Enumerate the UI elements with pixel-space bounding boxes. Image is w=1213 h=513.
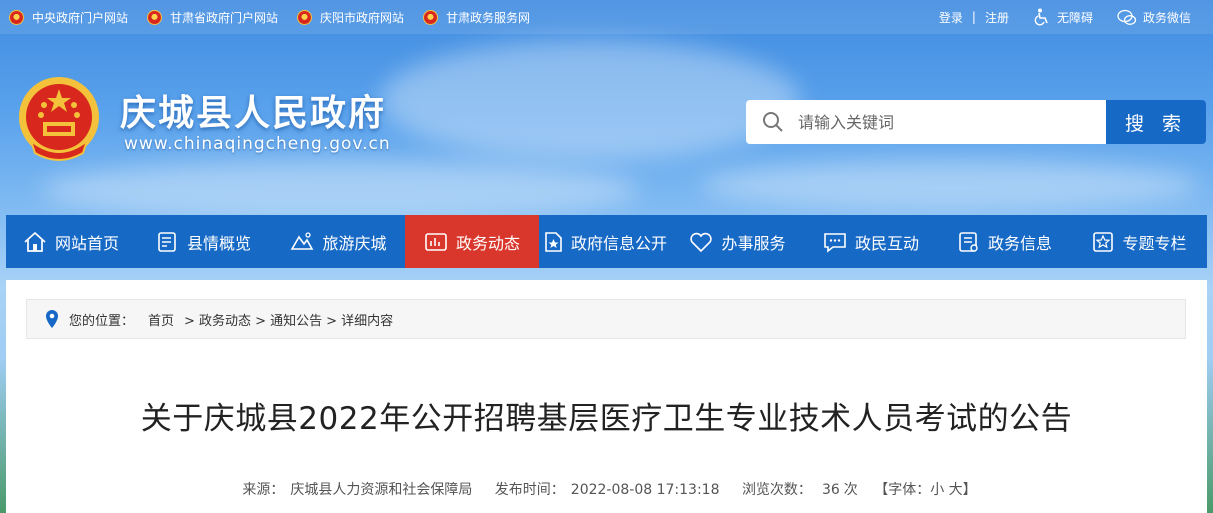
views-unit: 次	[843, 482, 858, 498]
accessibility-link[interactable]: 无障碍	[1033, 8, 1093, 26]
document-icon	[158, 231, 176, 252]
national-emblem-icon	[297, 9, 313, 25]
star-doc-icon	[545, 231, 562, 252]
article-meta: 来源： 庆城县人力资源和社会保障局 发布时间： 2022-08-08 17:13:1…	[6, 479, 1207, 499]
nav-label: 专题专栏	[1122, 233, 1187, 253]
wechat-link[interactable]: 政务微信	[1117, 9, 1191, 26]
views-label: 浏览次数：	[741, 482, 812, 498]
chat-icon	[824, 232, 846, 253]
breadcrumb-prefix: 您的位置：	[69, 313, 135, 329]
nav-item-home[interactable]: 网站首页	[6, 215, 136, 268]
nav-label: 政府信息公开	[570, 233, 667, 253]
top-link-label: 甘肃省政府门户网站	[170, 10, 279, 25]
location-pin-icon	[46, 310, 58, 328]
nav-label: 政务动态	[455, 233, 520, 253]
home-icon	[24, 231, 46, 252]
sky-cloud	[380, 40, 800, 160]
font-size-toggle[interactable]: 【字体：小 大】	[874, 482, 976, 498]
top-bar: 中央政府门户网站 甘肃省政府门户网站 庆阳市政府网站 甘肃政务服务网 登录 | …	[0, 0, 1213, 34]
search-button[interactable]: 搜 索	[1106, 100, 1206, 144]
top-link-gansu-service[interactable]: 甘肃政务服务网	[423, 9, 530, 26]
breadcrumb-detail: > 详细内容	[326, 313, 394, 329]
nav-label: 县情概览	[186, 233, 251, 253]
sky-cloud	[40, 160, 640, 220]
top-link-label: 甘肃政务服务网	[446, 10, 531, 25]
nav-item-info-disclosure[interactable]: 政府信息公开	[539, 215, 671, 268]
register-link[interactable]: 注册	[985, 9, 1009, 26]
top-link-gansu-gov[interactable]: 甘肃省政府门户网站	[147, 9, 278, 26]
site-url: www.chinaqingcheng.gov.cn	[124, 134, 391, 154]
wheelchair-icon	[1034, 8, 1048, 26]
nav-label: 旅游庆城	[322, 233, 387, 253]
breadcrumb-notices[interactable]: > 通知公告	[255, 310, 322, 329]
heart-icon	[690, 232, 713, 252]
nav-label: 办事服务	[721, 233, 786, 253]
top-link-central-gov[interactable]: 中央政府门户网站	[9, 9, 128, 26]
views-count: 36	[821, 482, 840, 498]
login-link[interactable]: 登录	[939, 9, 963, 26]
breadcrumb-home[interactable]: 首页	[148, 310, 174, 329]
main-nav: 网站首页 县情概览 旅游庆城 政务动态 政府信息公开 办事服务 政民互动 政务信…	[6, 215, 1207, 268]
nav-item-gov-news[interactable]: 政务动态	[405, 215, 539, 268]
top-link-label: 中央政府门户网站	[32, 10, 129, 25]
nav-item-county-overview[interactable]: 县情概览	[136, 215, 272, 268]
nav-item-services[interactable]: 办事服务	[671, 215, 804, 268]
national-emblem-icon	[9, 9, 24, 25]
nav-label: 网站首页	[54, 233, 119, 253]
top-link-label: 庆阳市政府网站	[320, 10, 405, 25]
time-value: 2022-08-08 17:13:18	[570, 482, 720, 498]
nav-item-tourism[interactable]: 旅游庆城	[272, 215, 405, 268]
top-right-links: 登录 | 注册 无障碍 政务微信	[939, 0, 1191, 34]
time-label: 发布时间：	[494, 482, 565, 498]
content-panel: 您的位置： 首页 > 政务动态 > 通知公告 > 详细内容 关于庆城县2022年…	[6, 280, 1207, 513]
breadcrumb: 您的位置： 首页 > 政务动态 > 通知公告 > 详细内容	[26, 299, 1186, 339]
star-icon	[1093, 231, 1114, 252]
wechat-label: 政务微信	[1142, 10, 1191, 25]
nav-label: 政民互动	[854, 233, 919, 253]
article-title: 关于庆城县2022年公开招聘基层医疗卫生专业技术人员考试的公告	[140, 401, 1073, 437]
mountain-icon	[291, 231, 314, 250]
nav-item-special-topics[interactable]: 专题专栏	[1072, 215, 1207, 268]
sky-cloud	[700, 160, 1200, 210]
nav-item-interaction[interactable]: 政民互动	[804, 215, 938, 268]
chart-icon	[425, 232, 447, 251]
source-label: 来源：	[242, 482, 285, 498]
list-icon	[959, 231, 978, 252]
national-emblem-icon	[423, 9, 439, 25]
source-value: 庆城县人力资源和社会保障局	[290, 482, 473, 498]
search-box	[746, 100, 1106, 144]
nav-label: 政务信息	[987, 233, 1052, 253]
search-icon	[763, 112, 783, 132]
accessibility-label: 无障碍	[1056, 10, 1093, 25]
top-link-qingyang-gov[interactable]: 庆阳市政府网站	[297, 9, 404, 26]
site-title[interactable]: 庆城县人民政府	[120, 84, 386, 136]
divider: |	[971, 10, 976, 24]
national-emblem-icon	[147, 9, 163, 25]
national-emblem-logo[interactable]	[17, 75, 101, 165]
wechat-icon	[1117, 9, 1137, 25]
search-input[interactable]	[798, 112, 1078, 132]
nav-item-gov-info[interactable]: 政务信息	[938, 215, 1072, 268]
breadcrumb-gov-news[interactable]: > 政务动态	[184, 310, 251, 329]
